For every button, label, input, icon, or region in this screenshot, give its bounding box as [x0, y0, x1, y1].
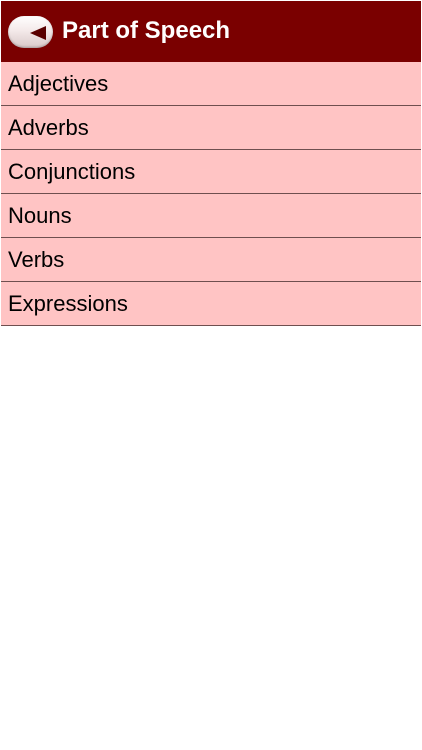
- list-item-label: Adverbs: [8, 114, 89, 140]
- back-button[interactable]: [8, 16, 53, 48]
- page-title: Part of Speech: [62, 17, 231, 44]
- list-item-label: Expressions: [8, 290, 128, 316]
- list-item-verbs[interactable]: Verbs: [1, 238, 421, 282]
- list-item-nouns[interactable]: Nouns: [1, 194, 421, 238]
- list-item-label: Conjunctions: [8, 158, 136, 184]
- app-screen: Part of Speech Adjectives Adverbs Conjun…: [0, 0, 422, 750]
- list-item-adjectives[interactable]: Adjectives: [1, 62, 421, 106]
- list-item-label: Adjectives: [8, 70, 109, 96]
- list-item-label: Verbs: [8, 246, 65, 272]
- list-item-label: Nouns: [8, 202, 72, 228]
- list-item-adverbs[interactable]: Adverbs: [1, 106, 421, 150]
- part-of-speech-list: Adjectives Adverbs Conjunctions Nouns Ve…: [1, 62, 421, 326]
- list-item-conjunctions[interactable]: Conjunctions: [1, 150, 421, 194]
- nav-bar: Part of Speech: [1, 1, 421, 62]
- back-arrow-icon: [30, 26, 46, 40]
- list-item-expressions[interactable]: Expressions: [1, 282, 421, 326]
